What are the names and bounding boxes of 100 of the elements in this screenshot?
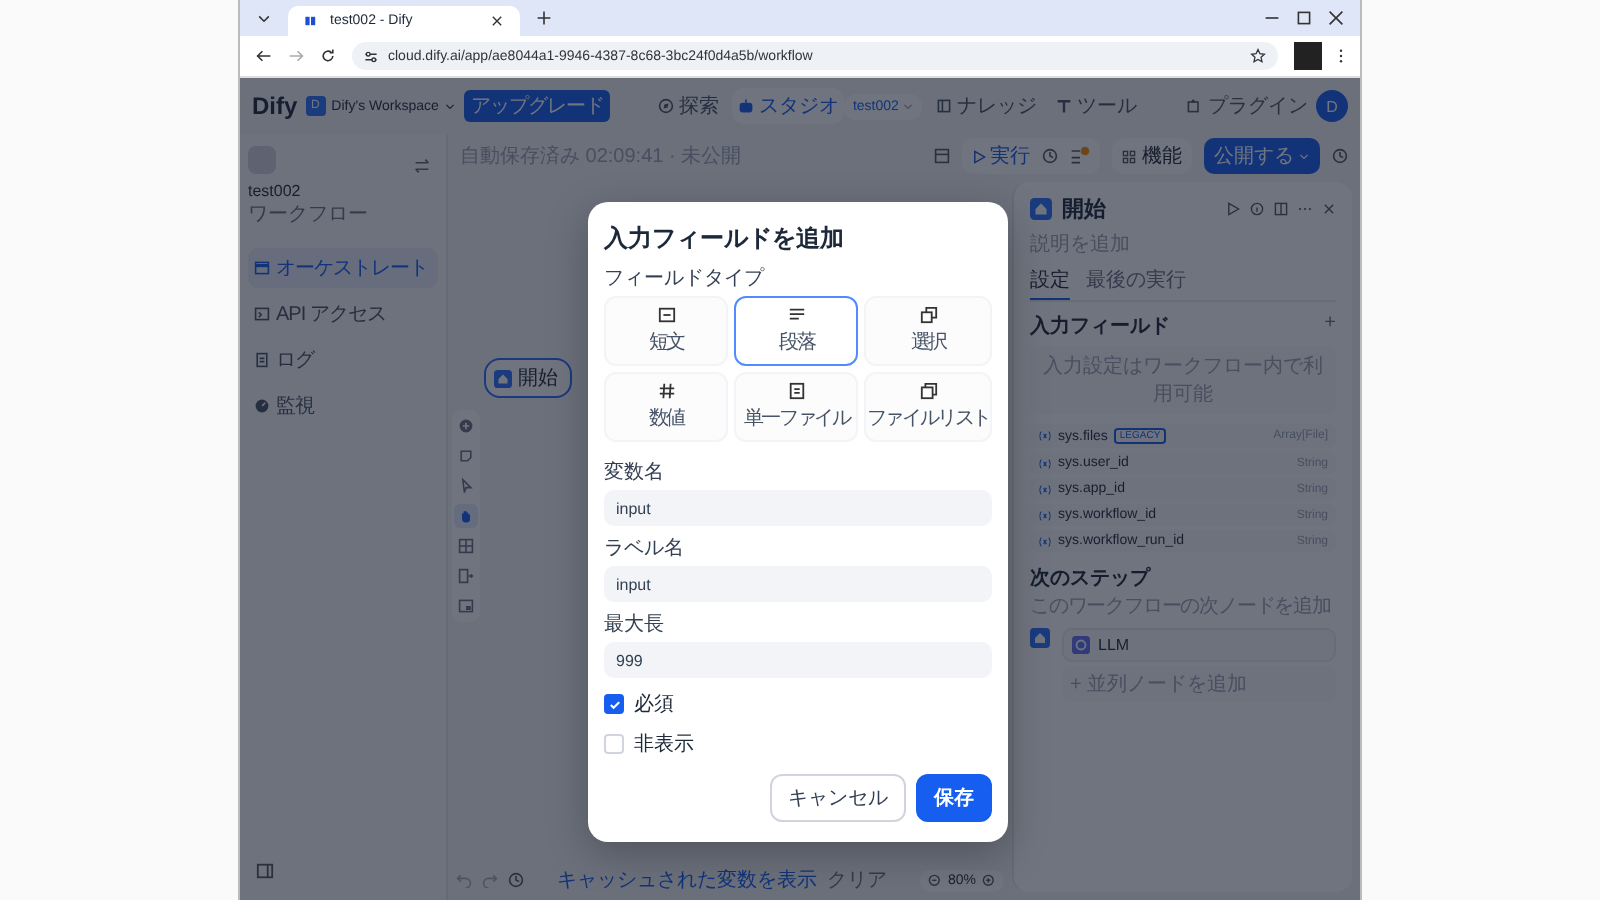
dialog-title: 入力フィールドを追加 — [604, 222, 846, 256]
zoom-out-icon[interactable] — [928, 873, 942, 887]
tool-button[interactable] — [454, 564, 478, 588]
gauge-icon — [254, 398, 270, 414]
checklist-icon[interactable] — [1070, 146, 1090, 166]
nav-label: 探索 — [678, 93, 719, 120]
panel-title: 開始 — [1062, 196, 1106, 224]
cancel-button[interactable]: キャンセル — [770, 774, 906, 822]
undo-icon[interactable] — [456, 872, 472, 888]
document-icon — [254, 352, 270, 368]
checkbox[interactable] — [604, 694, 624, 714]
terminal-icon — [254, 306, 270, 322]
reload-icon[interactable] — [320, 48, 336, 64]
input-field[interactable]: input — [604, 490, 992, 526]
files-icon — [919, 382, 938, 400]
variable-icon — [1038, 535, 1052, 547]
robot-icon — [738, 98, 755, 114]
star-icon[interactable] — [1250, 48, 1266, 64]
nav-tab[interactable]: 探索 — [652, 88, 725, 124]
sidebar-label: ログ — [276, 348, 314, 374]
history-icon[interactable] — [1332, 148, 1348, 164]
panel-tab[interactable]: 最後の実行 — [1086, 266, 1186, 300]
publish-label: 公開する — [1214, 144, 1294, 170]
sidebar-toggle-icon[interactable] — [256, 862, 274, 880]
sidebar-item[interactable]: オーケストレート — [248, 248, 438, 288]
start-node[interactable]: 開始 — [484, 358, 572, 398]
site-settings-icon[interactable] — [364, 49, 378, 63]
info-icon[interactable] — [1250, 202, 1264, 216]
option-label: 単一ファイル — [743, 406, 850, 432]
tool-button[interactable] — [454, 594, 478, 618]
panel-tab[interactable]: 設定 — [1030, 266, 1070, 300]
chevron-down-icon — [1298, 150, 1310, 162]
publish-button[interactable]: 公開する — [1204, 138, 1320, 174]
home-icon — [1030, 198, 1052, 220]
cached-variables-link[interactable]: キャッシュされた変数を表示 — [557, 866, 817, 894]
chevron-down-icon — [444, 100, 457, 112]
logo[interactable]: Dify — [252, 92, 298, 120]
history-icon[interactable] — [508, 872, 524, 888]
next-step-title: 次のステップ — [1030, 564, 1153, 592]
field-label: ラベル名 — [604, 536, 686, 562]
option-label: 短文 — [648, 329, 684, 356]
redo-icon[interactable] — [482, 872, 498, 888]
play-icon — [972, 149, 986, 163]
variable-icon — [1038, 457, 1052, 469]
tool-button[interactable] — [454, 414, 478, 438]
option-label: 選択 — [910, 330, 946, 356]
run-label: 実行 — [990, 143, 1030, 170]
node-name: LLM — [1098, 636, 1130, 654]
features-button[interactable]: 機能 — [1112, 138, 1192, 174]
field-type-option[interactable]: 短文 — [604, 296, 729, 366]
plugin-button[interactable]: プラグイン — [1186, 92, 1308, 120]
layout-icon — [458, 538, 474, 554]
chevron-down-icon[interactable] — [256, 10, 272, 26]
close-icon[interactable] — [1328, 10, 1344, 26]
add-field-button[interactable]: + — [1324, 312, 1336, 340]
field-type-option[interactable]: 単一ファイル — [734, 372, 859, 442]
tool-button[interactable] — [454, 444, 478, 468]
tool-button[interactable] — [454, 534, 478, 558]
back-icon[interactable] — [256, 48, 272, 64]
field-type-option[interactable]: 数値 — [604, 372, 729, 442]
field-type-option[interactable]: ファイルリスト — [864, 372, 992, 442]
maximize-icon[interactable] — [1296, 10, 1312, 26]
variable-icon — [1038, 430, 1052, 442]
play-icon[interactable] — [1226, 202, 1240, 216]
plus-icon[interactable] — [536, 10, 552, 26]
hand-icon — [458, 508, 474, 524]
split-view-icon[interactable] — [1274, 202, 1288, 216]
tool-button[interactable] — [454, 504, 478, 528]
field-label: 変数名 — [604, 459, 666, 486]
save-button[interactable]: 保存 — [916, 774, 992, 822]
sidebar-item[interactable]: ログ — [248, 340, 438, 380]
swap-icon[interactable] — [414, 158, 430, 174]
node-title: 開始 — [518, 366, 558, 392]
close-icon[interactable] — [490, 14, 504, 28]
sidebar-label: API アクセス — [276, 302, 386, 328]
field-type-option[interactable]: 選択 — [864, 296, 992, 366]
cursor-icon — [458, 478, 474, 494]
nav-tab[interactable]: スタジオ — [732, 88, 845, 124]
compass-icon — [658, 98, 675, 114]
sidebar-item[interactable]: API アクセス — [248, 294, 438, 334]
panel-icon[interactable] — [934, 148, 950, 164]
avatar[interactable]: D — [1316, 90, 1348, 122]
grid-icon — [1122, 149, 1136, 163]
option-label: 数値 — [648, 406, 684, 432]
input-field[interactable]: input — [604, 566, 992, 602]
history-icon[interactable] — [1042, 148, 1058, 164]
features-label: 機能 — [1142, 143, 1182, 170]
sidebar-item[interactable]: 監視 — [248, 386, 438, 426]
field-label: フィールドタイプ — [604, 265, 767, 292]
input-field[interactable]: 999 — [604, 642, 992, 678]
zoom-in-icon[interactable] — [982, 873, 997, 887]
upgrade-button[interactable]: アップグレード — [464, 90, 610, 122]
field-label: 最大長 — [604, 611, 666, 638]
field-type-option[interactable]: 段落 — [734, 296, 859, 366]
more-icon[interactable] — [1338, 48, 1344, 64]
forward-icon[interactable] — [288, 48, 304, 64]
file-icon — [787, 382, 806, 400]
nav-tab[interactable]: ナレッジ — [930, 88, 1043, 124]
nav-tab[interactable]: ツール — [1050, 88, 1143, 124]
next-node-card[interactable]: LLM — [1062, 628, 1336, 662]
